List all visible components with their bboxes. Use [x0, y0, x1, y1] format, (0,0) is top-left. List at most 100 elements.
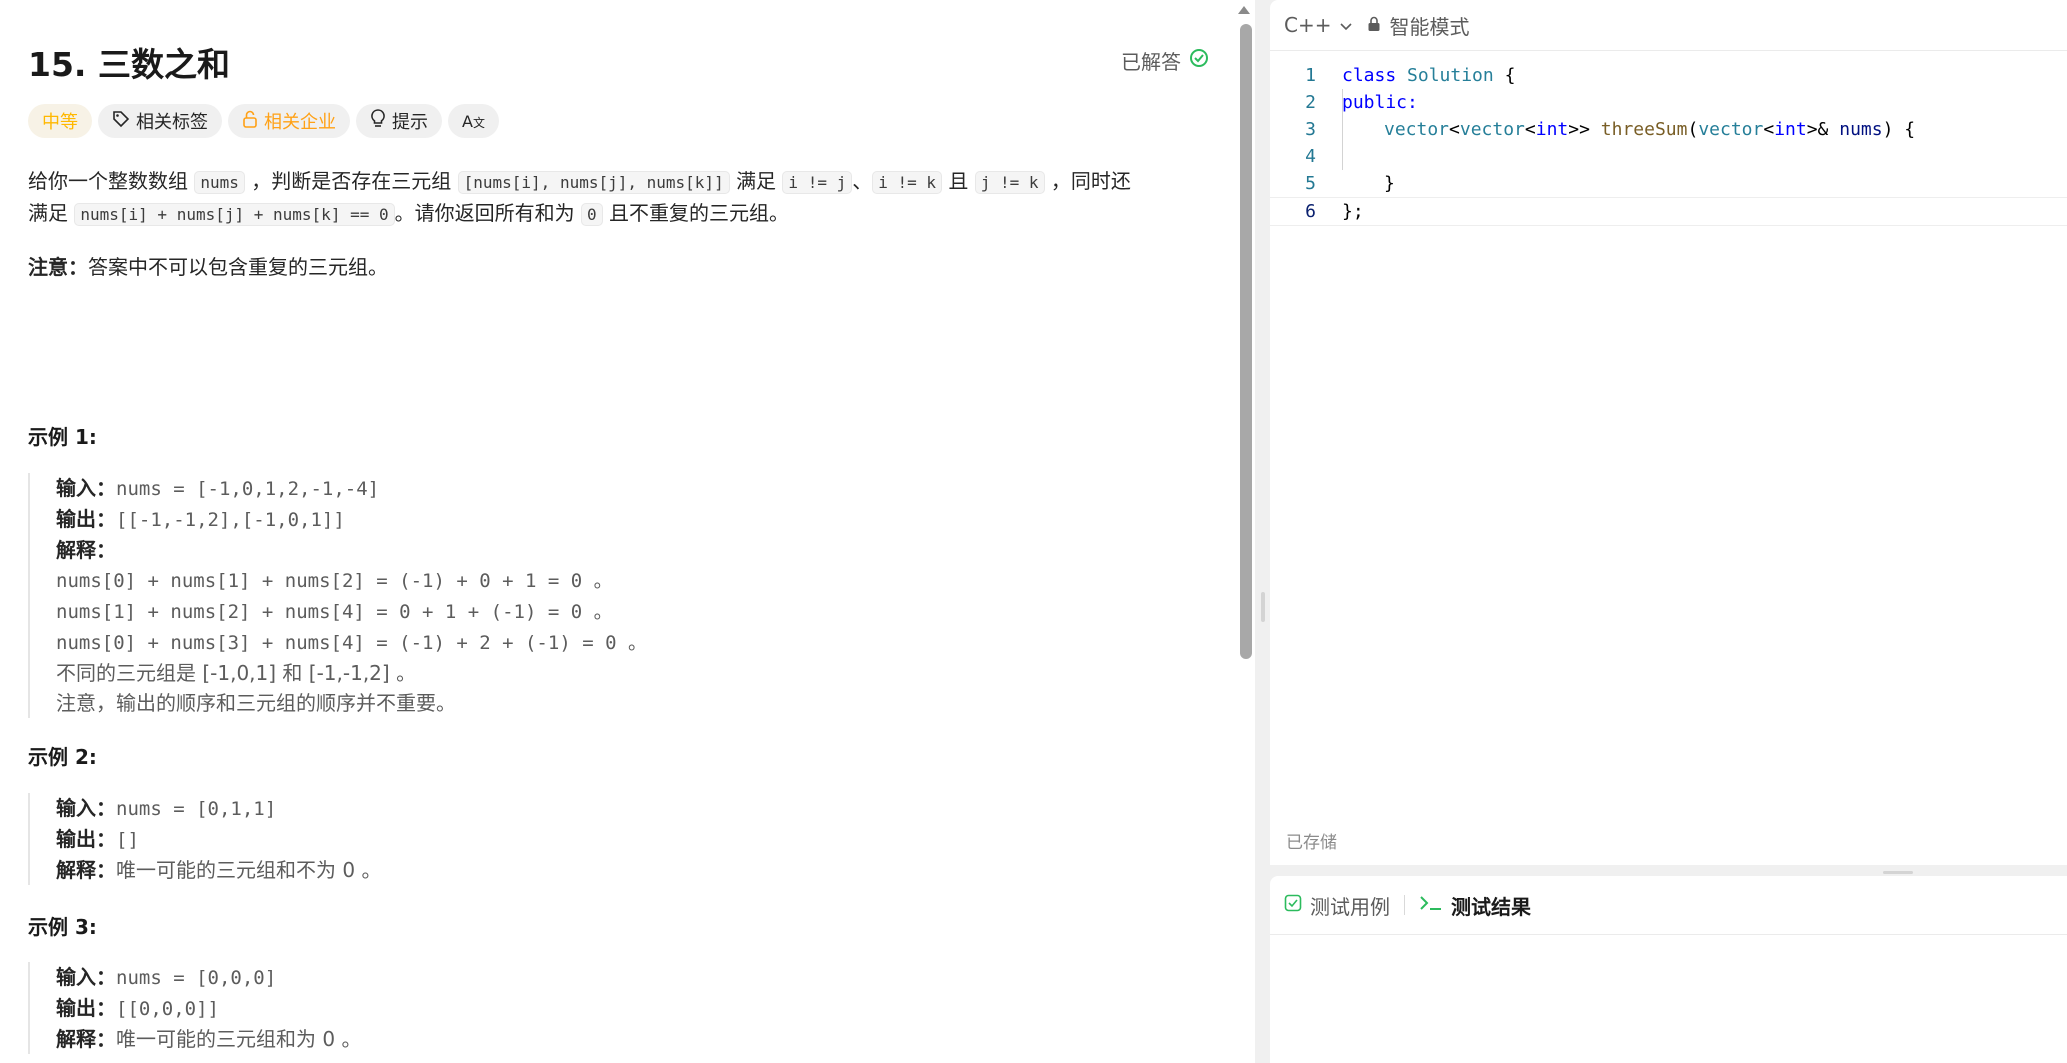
- line-number: 6: [1305, 201, 1316, 222]
- editor-toolbar: C++ 智能模式: [1270, 0, 2067, 51]
- example-1-block: 输入：nums = [-1,0,1,2,-1,-4] 输出：[[-1,-1,2]…: [28, 473, 647, 718]
- scroll-up-arrow-icon[interactable]: [1238, 6, 1250, 14]
- example-3-explain: 解释：唯一可能的三元组和为 0 。: [56, 1024, 361, 1054]
- hint-label: 提示: [392, 112, 428, 133]
- desc-code: j != k: [974, 171, 1045, 194]
- vertical-splitter[interactable]: [1258, 0, 1270, 1063]
- input-value: nums = [0,1,1]: [116, 798, 277, 820]
- desc-text: 满足: [28, 201, 68, 225]
- tab-testcase[interactable]: 测试用例: [1270, 891, 1404, 920]
- code-line: 3 vector<vector<int>> threeSum(vector<in…: [1270, 116, 2067, 143]
- code-token: <: [1524, 119, 1536, 140]
- code-token: ) {: [1882, 119, 1916, 140]
- smart-mode-toggle[interactable]: 智能模式: [1367, 11, 1469, 40]
- problem-description: 给你一个整数数组 nums ，判断是否存在三元组 [nums[i], nums[…: [28, 166, 1208, 230]
- code-text: }: [1384, 170, 1395, 197]
- code-text: vector<vector<int>> threeSum(vector<int>…: [1384, 116, 1915, 143]
- chevron-down-icon: [1339, 13, 1353, 37]
- example-1-input: 输入：nums = [-1,0,1,2,-1,-4]: [56, 473, 647, 504]
- code-token: }: [1384, 173, 1395, 194]
- line-number: 2: [1305, 92, 1316, 113]
- desc-code: 0: [580, 203, 603, 226]
- code-line: 1 class Solution {: [1270, 62, 2067, 89]
- explain-label: 解释：: [56, 858, 116, 882]
- problem-panel: 15. 三数之和 已解答 中等 相关标签 相关企业 提示 A文 给你一个整数数组…: [0, 0, 1240, 1063]
- line-number: 3: [1305, 119, 1316, 140]
- code-token: int: [1535, 119, 1569, 140]
- lock-icon: [242, 110, 258, 133]
- code-token: class: [1342, 65, 1397, 86]
- code-token: Solution: [1407, 65, 1494, 86]
- desc-text: 。请你返回所有和为: [394, 201, 575, 225]
- code-token: <: [1763, 119, 1775, 140]
- example-2-input: 输入：nums = [0,1,1]: [56, 793, 381, 824]
- terminal-icon: [1419, 893, 1443, 917]
- explain-line: nums[0] + nums[3] + nums[4] = (-1) + 2 +…: [56, 627, 647, 658]
- code-token: public:: [1342, 92, 1418, 113]
- example-3-input: 输入：nums = [0,0,0]: [56, 962, 361, 993]
- hint-button[interactable]: 提示: [356, 104, 442, 138]
- input-label: 输入：: [56, 796, 116, 820]
- scrollbar-thumb[interactable]: [1240, 24, 1252, 659]
- example-3-heading: 示例 3:: [28, 915, 97, 939]
- desc-code: i != j: [782, 171, 853, 194]
- input-label: 输入：: [56, 476, 116, 500]
- output-value: [[-1,-1,2],[-1,0,1]]: [116, 509, 345, 531]
- code-line: 5 }: [1270, 170, 2067, 197]
- smart-mode-label: 智能模式: [1389, 14, 1470, 39]
- code-text: class Solution {: [1342, 62, 1515, 89]
- note-text: 答案中不可以包含重复的三元组。: [88, 255, 388, 279]
- explain-label: 解释：: [56, 1027, 116, 1051]
- desc-code: i != k: [872, 171, 943, 194]
- desc-text: 满足: [736, 169, 777, 193]
- language-selector[interactable]: C++: [1270, 13, 1353, 37]
- tab-test-result-label: 测试结果: [1451, 894, 1531, 919]
- tab-test-result[interactable]: 测试结果: [1405, 891, 1545, 920]
- code-token: (: [1687, 119, 1699, 140]
- input-value: nums = [-1,0,1,2,-1,-4]: [116, 478, 380, 500]
- code-token: vector: [1698, 119, 1764, 140]
- solved-status: 已解答: [1121, 46, 1209, 75]
- example-3-output: 输出：[[0,0,0]]: [56, 993, 361, 1024]
- code-token: vector: [1384, 119, 1450, 140]
- desc-text: 给你一个整数数组: [28, 169, 188, 193]
- explain-line: 不同的三元组是 [-1,0,1] 和 [-1,-1,2] 。: [56, 658, 647, 688]
- desc-text: 、: [852, 169, 873, 193]
- code-token: nums: [1839, 119, 1883, 140]
- translate-button[interactable]: A文: [448, 104, 499, 138]
- code-editor-panel: C++ 智能模式 1 class Solution { 2 public: 3 …: [1270, 0, 2067, 865]
- example-2-explain: 解释：唯一可能的三元组和不为 0 。: [56, 855, 381, 885]
- language-label: C++: [1284, 13, 1332, 37]
- explain-line: nums[1] + nums[2] + nums[4] = 0 + 1 + (-…: [56, 596, 647, 627]
- code-token: int: [1774, 119, 1807, 140]
- output-label: 输出：: [56, 996, 116, 1020]
- explain-line: nums[0] + nums[1] + nums[2] = (-1) + 0 +…: [56, 565, 647, 596]
- saved-status: 已存储: [1286, 833, 1337, 853]
- explain-line-text: nums[1] + nums[2] + nums[4] = 0 + 1 + (-…: [56, 601, 613, 623]
- line-number: 4: [1305, 146, 1316, 167]
- splitter-grip[interactable]: [1261, 592, 1265, 622]
- test-panel: 测试用例 测试结果: [1270, 876, 2067, 1063]
- desc-text: ，同时还: [1050, 169, 1131, 193]
- example-1-output: 输出：[[-1,-1,2],[-1,0,1]]: [56, 504, 647, 535]
- related-companies-button[interactable]: 相关企业: [228, 104, 350, 138]
- output-value: [[0,0,0]]: [116, 998, 219, 1020]
- horizontal-splitter-grip[interactable]: [1883, 871, 1913, 874]
- code-area[interactable]: 1 class Solution { 2 public: 3 vector<ve…: [1270, 62, 2067, 226]
- code-token: <: [1449, 119, 1460, 140]
- code-line-current: 6 };: [1270, 197, 2067, 226]
- difficulty-label: 中等: [42, 112, 78, 133]
- related-companies-label: 相关企业: [264, 112, 336, 133]
- code-token: vector: [1459, 119, 1525, 140]
- lock-icon: [1367, 13, 1381, 37]
- explain-text: 唯一可能的三元组和不为 0 。: [116, 858, 382, 882]
- checkbox-icon: [1284, 893, 1302, 917]
- desc-text: 且: [948, 169, 969, 193]
- code-text: };: [1342, 198, 1364, 225]
- check-circle-icon: [1189, 48, 1209, 73]
- translate-icon: A文: [462, 111, 485, 131]
- related-tags-button[interactable]: 相关标签: [98, 104, 222, 138]
- desc-text: 且不重复的三元组。: [608, 201, 789, 225]
- example-2-output: 输出：[]: [56, 824, 381, 855]
- input-value: nums = [0,0,0]: [116, 967, 277, 989]
